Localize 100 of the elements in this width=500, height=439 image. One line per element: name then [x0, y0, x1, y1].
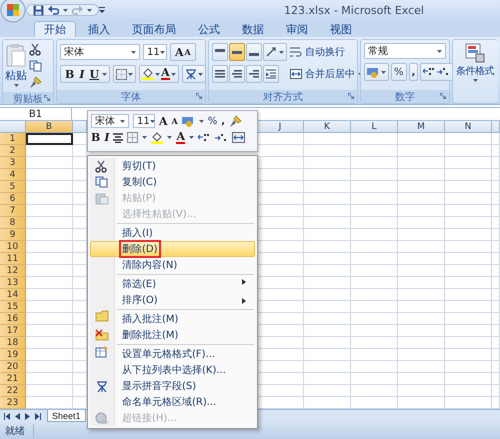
number-format-field[interactable]: 常规 [364, 43, 446, 59]
table-cell[interactable] [351, 241, 398, 253]
table-cell[interactable] [492, 181, 500, 193]
italic-button[interactable]: I [77, 68, 86, 80]
row-header[interactable]: 6 [0, 193, 26, 205]
table-cell[interactable] [304, 193, 351, 205]
table-cell[interactable] [445, 373, 492, 385]
ribbon-tab[interactable]: 数据 [232, 21, 274, 37]
dialog-launcher-icon[interactable] [440, 93, 446, 99]
table-cell[interactable] [445, 313, 492, 325]
table-cell[interactable] [304, 385, 351, 397]
borders-icon[interactable] [127, 132, 138, 143]
menu-item[interactable]: 从下拉列表中选择(K)... [90, 362, 255, 378]
wrap-text-button[interactable]: 自动换行 [290, 43, 363, 61]
table-cell[interactable] [398, 385, 445, 397]
row-header[interactable]: 22 [0, 385, 26, 397]
customize-toolbar-icon[interactable] [99, 7, 105, 13]
table-cell[interactable] [398, 313, 445, 325]
table-cell[interactable] [26, 265, 73, 277]
table-cell[interactable] [26, 385, 73, 397]
next-sheet-icon[interactable] [25, 412, 30, 420]
table-cell[interactable] [351, 337, 398, 349]
column-header[interactable]: N [445, 121, 492, 133]
menu-item[interactable]: 设置单元格格式(F)... [90, 343, 255, 362]
grow-font-button[interactable]: A [175, 46, 184, 58]
comma-button[interactable]: , [408, 63, 418, 81]
table-cell[interactable] [26, 229, 73, 241]
table-cell[interactable] [26, 277, 73, 289]
font-size-field[interactable]: 11 [143, 44, 167, 60]
table-cell[interactable] [492, 253, 500, 265]
column-header[interactable]: M [398, 121, 445, 133]
bold-button[interactable]: B [91, 131, 100, 144]
table-cell[interactable] [304, 217, 351, 229]
row-header[interactable]: 9 [0, 229, 26, 241]
table-cell[interactable] [351, 133, 398, 145]
table-cell[interactable] [304, 181, 351, 193]
align-icon[interactable] [232, 69, 242, 79]
ribbon-tab[interactable]: 视图 [320, 21, 362, 37]
table-cell[interactable] [445, 205, 492, 217]
row-header[interactable]: 2 [0, 145, 26, 157]
dialog-launcher-icon[interactable] [44, 95, 50, 101]
table-cell[interactable] [351, 169, 398, 181]
table-cell[interactable] [351, 289, 398, 301]
row-header[interactable]: 23 [0, 397, 26, 409]
table-cell[interactable] [304, 133, 351, 145]
table-cell[interactable] [351, 385, 398, 397]
previous-sheet-icon[interactable] [15, 412, 20, 420]
table-cell[interactable] [445, 277, 492, 289]
table-cell[interactable] [492, 193, 500, 205]
column-header[interactable] [492, 121, 500, 133]
table-cell[interactable] [304, 265, 351, 277]
table-cell[interactable] [398, 373, 445, 385]
row-header[interactable]: 19 [0, 349, 26, 361]
table-cell[interactable] [26, 289, 73, 301]
table-cell[interactable] [304, 361, 351, 373]
row-header[interactable]: 1 [0, 133, 26, 145]
table-cell[interactable] [304, 157, 351, 169]
table-cell[interactable] [304, 253, 351, 265]
table-cell[interactable] [26, 193, 73, 205]
table-cell[interactable] [445, 145, 492, 157]
table-cell[interactable] [351, 217, 398, 229]
increase-decimal-icon[interactable] [198, 132, 212, 142]
ribbon-tab[interactable]: 页面布局 [122, 21, 186, 37]
font-size-field[interactable]: 11 [133, 114, 155, 128]
table-cell[interactable] [492, 157, 500, 169]
font-name-field[interactable]: 宋体 [91, 114, 129, 128]
table-cell[interactable] [351, 145, 398, 157]
row-header[interactable]: 4 [0, 169, 26, 181]
menu-item[interactable]: 剪切(T) [90, 158, 255, 174]
table-cell[interactable] [26, 205, 73, 217]
sheet-tab[interactable]: Sheet1 [47, 410, 86, 422]
table-cell[interactable] [492, 361, 500, 373]
table-cell[interactable] [304, 229, 351, 241]
table-cell[interactable] [398, 181, 445, 193]
table-cell[interactable] [398, 193, 445, 205]
decrease-decimal-icon[interactable] [215, 132, 228, 142]
percent-button[interactable]: % [391, 63, 407, 81]
name-box[interactable]: B1 [0, 108, 72, 120]
underline-button[interactable]: U [87, 68, 102, 80]
dialog-launcher-icon[interactable] [348, 93, 354, 99]
table-cell[interactable] [26, 253, 73, 265]
table-cell[interactable] [351, 157, 398, 169]
menu-item[interactable]: 排序(O) [90, 292, 255, 308]
table-cell[interactable] [492, 301, 500, 313]
row-header[interactable]: 14 [0, 289, 26, 301]
table-cell[interactable] [351, 193, 398, 205]
table-cell[interactable] [492, 325, 500, 337]
table-cell[interactable] [445, 289, 492, 301]
table-cell[interactable] [445, 385, 492, 397]
row-header[interactable]: 17 [0, 325, 26, 337]
table-cell[interactable] [445, 157, 492, 169]
table-cell[interactable] [492, 277, 500, 289]
table-cell[interactable] [398, 277, 445, 289]
ribbon-tab[interactable]: 插入 [78, 21, 120, 37]
align-icon[interactable] [249, 69, 259, 79]
table-cell[interactable] [398, 265, 445, 277]
table-cell[interactable] [445, 301, 492, 313]
menu-item[interactable]: 命名单元格区域(R)... [90, 394, 255, 410]
table-cell[interactable] [445, 265, 492, 277]
table-cell[interactable] [492, 313, 500, 325]
